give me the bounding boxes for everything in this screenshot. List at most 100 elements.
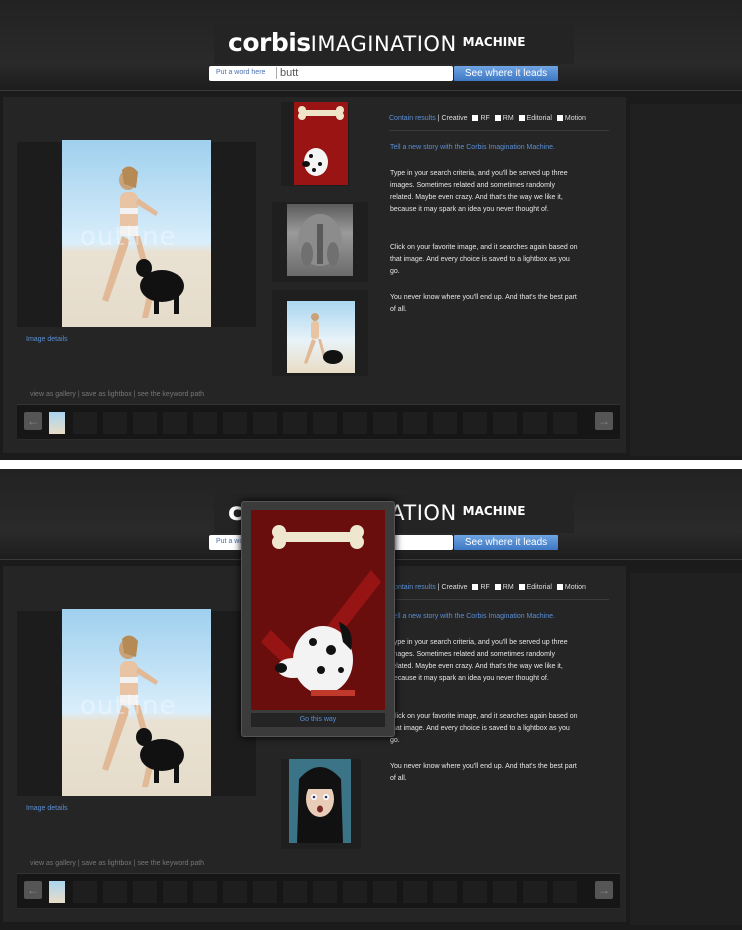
lightbox-slot xyxy=(343,881,367,903)
thumb-bone-dalmatian[interactable] xyxy=(294,102,348,185)
lightbox-strip: ← → xyxy=(17,873,620,909)
tagline: Tell a new story with the Corbis Imagina… xyxy=(390,613,555,620)
lightbox-slot xyxy=(73,412,97,434)
outline-watermark: outline xyxy=(80,691,177,721)
lightbox-slot xyxy=(463,412,487,434)
contain-results-label: Contain results xyxy=(389,115,436,122)
lightbox-slot xyxy=(103,412,127,434)
lightbox-slot xyxy=(223,881,247,903)
thumb-surprised-woman[interactable] xyxy=(289,759,351,843)
lightbox-slot xyxy=(283,412,307,434)
see-where-it-leads-button[interactable]: See where it leads xyxy=(454,535,558,550)
prev-arrow-button[interactable]: ← xyxy=(24,881,42,899)
info-paragraph-1: Type in your search criteria, and you'll… xyxy=(390,639,568,682)
footer-links[interactable]: view as gallery | save as lightbox | see… xyxy=(30,860,204,867)
lightbox-slot xyxy=(463,881,487,903)
thumb-statue[interactable] xyxy=(287,204,353,276)
next-arrow-button[interactable]: → xyxy=(595,412,613,430)
rf-checkbox[interactable] xyxy=(472,115,479,121)
go-this-way-button[interactable]: Go this way xyxy=(251,713,385,727)
motion-checkbox[interactable] xyxy=(556,584,563,590)
lightbox-slot xyxy=(553,412,577,434)
next-arrow-button[interactable]: → xyxy=(595,881,613,899)
image-details-link[interactable]: Image details xyxy=(26,336,68,343)
main-image[interactable]: outline xyxy=(62,609,211,796)
rm-label: RM xyxy=(502,584,514,591)
search-placeholder: Put a word here xyxy=(216,69,266,76)
info-paragraph-2: Click on your favorite image, and it sea… xyxy=(390,713,578,744)
lightbox-slot xyxy=(133,881,157,903)
lightbox-slot xyxy=(433,881,457,903)
lightbox-slot xyxy=(133,412,157,434)
lightbox-slot xyxy=(523,412,547,434)
image-details-link[interactable]: Image details xyxy=(26,805,68,812)
lightbox-slot xyxy=(523,881,547,903)
filter-bar: Contain results | Creative RF RM Editori… xyxy=(389,115,586,122)
lightbox-slot xyxy=(493,881,517,903)
lightbox-thumb-1[interactable] xyxy=(49,881,65,903)
editorial-checkbox[interactable] xyxy=(518,584,525,590)
lightbox-slot xyxy=(373,412,397,434)
corbis-logo[interactable]: corbisIMAGINATION MACHINE xyxy=(228,28,525,57)
contain-results-label: Contain results xyxy=(389,584,436,591)
search-input[interactable]: Put a word here butt xyxy=(209,66,453,81)
motion-label: Motion xyxy=(564,584,586,591)
lightbox-slot xyxy=(433,412,457,434)
screenshot-2: corbisIMAGINATIONMACHINE Put a word here… xyxy=(0,469,742,930)
lightbox-slot xyxy=(163,881,187,903)
editorial-label: Editorial xyxy=(526,584,552,591)
lightbox-slot xyxy=(253,881,277,903)
filter-separator: | xyxy=(437,115,440,122)
lightbox-slot xyxy=(373,881,397,903)
filter-separator: | xyxy=(437,584,440,591)
rm-label: RM xyxy=(502,115,514,122)
lightbox-thumb-1[interactable] xyxy=(49,412,65,434)
lightbox-slot xyxy=(223,412,247,434)
logo-imagination-text: IMAGINATION xyxy=(310,32,457,56)
lightbox-slot xyxy=(193,412,217,434)
lightbox-slot xyxy=(343,412,367,434)
main-image[interactable]: outline xyxy=(62,140,211,327)
image-preview-popup: Go this way xyxy=(241,501,395,737)
popup-image-bone-dalmatian[interactable] xyxy=(251,510,385,710)
rf-label: RF xyxy=(480,115,490,122)
prev-arrow-button[interactable]: ← xyxy=(24,412,42,430)
motion-checkbox[interactable] xyxy=(556,115,563,121)
editorial-checkbox[interactable] xyxy=(518,115,525,121)
logo-machine-text: MACHINE xyxy=(462,35,526,49)
lightbox-slot xyxy=(103,881,127,903)
rm-checkbox[interactable] xyxy=(494,115,501,121)
lightbox-slot xyxy=(313,881,337,903)
bone-and-dalmatian-illustration xyxy=(298,106,344,176)
outline-watermark: outline xyxy=(80,222,177,252)
lightbox-slot xyxy=(283,881,307,903)
grey-statue-illustration xyxy=(298,214,342,266)
right-sidebar xyxy=(630,573,742,925)
lightbox-slot xyxy=(73,881,97,903)
divider xyxy=(389,130,609,131)
footer-links[interactable]: view as gallery | save as lightbox | see… xyxy=(30,391,204,398)
creative-label: Creative xyxy=(441,584,468,591)
creative-label: Creative xyxy=(441,115,468,122)
rm-checkbox[interactable] xyxy=(494,584,501,590)
divider xyxy=(389,599,609,600)
lightbox-slot xyxy=(193,881,217,903)
woman-dog-small-illustration xyxy=(304,313,343,364)
bone-dalmatian-large-illustration xyxy=(251,510,385,710)
lightbox-slot xyxy=(403,881,427,903)
right-sidebar xyxy=(630,104,742,456)
see-where-it-leads-button[interactable]: See where it leads xyxy=(454,66,558,81)
rf-checkbox[interactable] xyxy=(472,584,479,590)
editorial-label: Editorial xyxy=(526,115,552,122)
info-paragraph-2: Click on your favorite image, and it sea… xyxy=(390,244,578,275)
logo-machine-text: MACHINE xyxy=(462,504,526,518)
info-paragraph-3: You never know where you'll end up. And … xyxy=(390,294,577,313)
lightbox-slot xyxy=(253,412,277,434)
lightbox-slot xyxy=(553,881,577,903)
filter-bar: Contain results | Creative RF RM Editori… xyxy=(389,584,586,591)
tagline: Tell a new story with the Corbis Imagina… xyxy=(390,144,555,151)
lightbox-slot xyxy=(163,412,187,434)
rf-label: RF xyxy=(480,584,490,591)
search-value: butt xyxy=(276,67,298,79)
thumb-woman-dog[interactable] xyxy=(287,301,355,373)
